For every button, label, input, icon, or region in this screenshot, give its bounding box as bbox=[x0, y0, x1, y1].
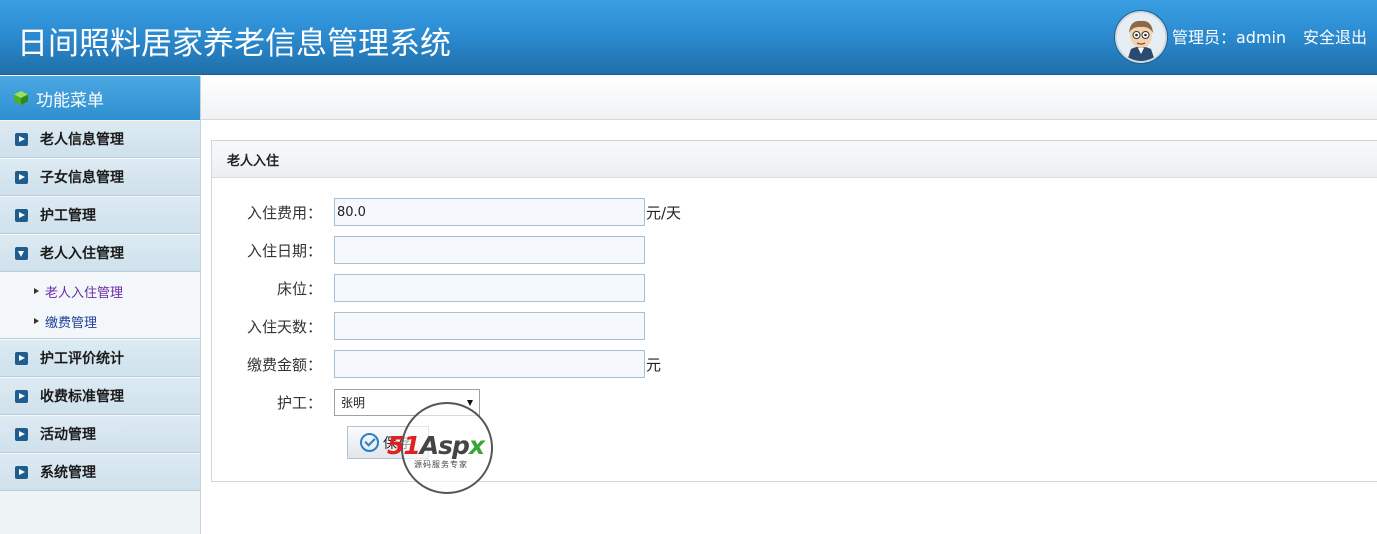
sidebar-item-label: 子女信息管理 bbox=[40, 170, 124, 186]
amount-row: 缴费金额： 元 bbox=[211, 350, 661, 378]
arrow-right-icon bbox=[15, 351, 28, 365]
subitem-label: 缴费管理 bbox=[45, 315, 98, 331]
arrow-right-icon bbox=[15, 427, 28, 441]
caret-down-icon bbox=[467, 399, 473, 406]
bullet-triangle-icon bbox=[34, 288, 39, 294]
amount-label: 缴费金额： bbox=[246, 355, 322, 374]
watermark-part1: 51 bbox=[387, 431, 421, 460]
sidebar-item-label: 护工管理 bbox=[40, 208, 96, 224]
bed-row: 床位： bbox=[211, 274, 645, 302]
sidebar-item-elder-info[interactable]: 老人信息管理 bbox=[0, 120, 200, 158]
sidebar-item-children-info[interactable]: 子女信息管理 bbox=[0, 158, 200, 196]
arrow-right-icon bbox=[15, 132, 28, 146]
date-input[interactable] bbox=[334, 236, 645, 264]
sidebar-item-checkin[interactable]: 老人入住管理 bbox=[0, 234, 200, 272]
caregiver-label: 护工： bbox=[276, 393, 322, 412]
amount-unit: 元 bbox=[646, 355, 662, 374]
date-row: 入住日期： bbox=[211, 236, 645, 264]
panel-header: 老人入住 bbox=[212, 141, 1377, 178]
days-input[interactable] bbox=[334, 312, 645, 340]
logout-link[interactable]: 安全退出 bbox=[1303, 24, 1367, 48]
menu-heading: 功能菜单 bbox=[0, 76, 200, 120]
fee-input[interactable] bbox=[334, 198, 645, 226]
sidebar-item-label: 活动管理 bbox=[40, 427, 96, 443]
avatar bbox=[1115, 11, 1167, 63]
fee-row: 入住费用： 元/天 bbox=[211, 198, 681, 226]
sidebar-item-caregiver[interactable]: 护工管理 bbox=[0, 196, 200, 234]
fee-label: 入住费用： bbox=[246, 203, 322, 222]
sidebar-item-label: 收费标准管理 bbox=[40, 389, 124, 405]
arrow-right-icon bbox=[15, 170, 28, 184]
arrow-right-icon bbox=[15, 389, 28, 403]
bed-input[interactable] bbox=[334, 274, 645, 302]
caregiver-selected-value: 张明 bbox=[341, 395, 366, 410]
bullet-triangle-icon bbox=[34, 318, 39, 324]
amount-input[interactable] bbox=[334, 350, 645, 378]
date-label: 入住日期： bbox=[246, 241, 322, 260]
sidebar-item-label: 系统管理 bbox=[40, 465, 96, 481]
content-topbar bbox=[201, 76, 1377, 120]
cube-icon bbox=[14, 91, 28, 105]
subitem-payment-management[interactable]: 缴费管理 bbox=[0, 306, 200, 336]
sidebar: 功能菜单 老人信息管理 子女信息管理 护工管理 老人入住管理 老人入住管理 缴费… bbox=[0, 76, 201, 534]
header: 日间照料居家养老信息管理系统 管理员：admin 安全退出 bbox=[0, 0, 1377, 75]
sidebar-item-fee-standard[interactable]: 收费标准管理 bbox=[0, 377, 200, 415]
arrow-down-icon bbox=[15, 246, 28, 260]
bed-label: 床位： bbox=[276, 279, 322, 298]
app-title: 日间照料居家养老信息管理系统 bbox=[17, 26, 451, 62]
sidebar-item-label: 护工评价统计 bbox=[40, 351, 124, 367]
panel-title: 老人入住 bbox=[227, 153, 280, 169]
menu-heading-label: 功能菜单 bbox=[36, 90, 104, 111]
arrow-right-icon bbox=[15, 208, 28, 222]
fee-unit: 元/天 bbox=[646, 203, 682, 222]
sidebar-item-evaluation[interactable]: 护工评价统计 bbox=[0, 339, 200, 377]
sidebar-item-label: 老人信息管理 bbox=[40, 132, 124, 148]
admin-avatar-icon bbox=[1117, 13, 1165, 61]
checkin-submenu: 老人入住管理 缴费管理 bbox=[0, 272, 200, 339]
sidebar-item-label: 老人入住管理 bbox=[40, 246, 124, 262]
watermark-subtitle: 源码服务专家 bbox=[414, 460, 468, 469]
subitem-checkin-management[interactable]: 老人入住管理 bbox=[0, 276, 200, 306]
days-row: 入住天数： bbox=[211, 312, 645, 340]
user-label: 管理员：admin bbox=[1172, 28, 1287, 47]
days-label: 入住天数： bbox=[246, 317, 322, 336]
arrow-right-icon bbox=[15, 465, 28, 479]
sidebar-item-system[interactable]: 系统管理 bbox=[0, 453, 200, 491]
sidebar-item-activity[interactable]: 活动管理 bbox=[0, 415, 200, 453]
watermark-part3: x bbox=[468, 431, 485, 460]
watermark-part2: Asp bbox=[419, 431, 470, 460]
subitem-label: 老人入住管理 bbox=[45, 285, 124, 301]
watermark-logo: 51Aspx bbox=[387, 431, 485, 460]
check-circle-icon bbox=[360, 433, 379, 452]
